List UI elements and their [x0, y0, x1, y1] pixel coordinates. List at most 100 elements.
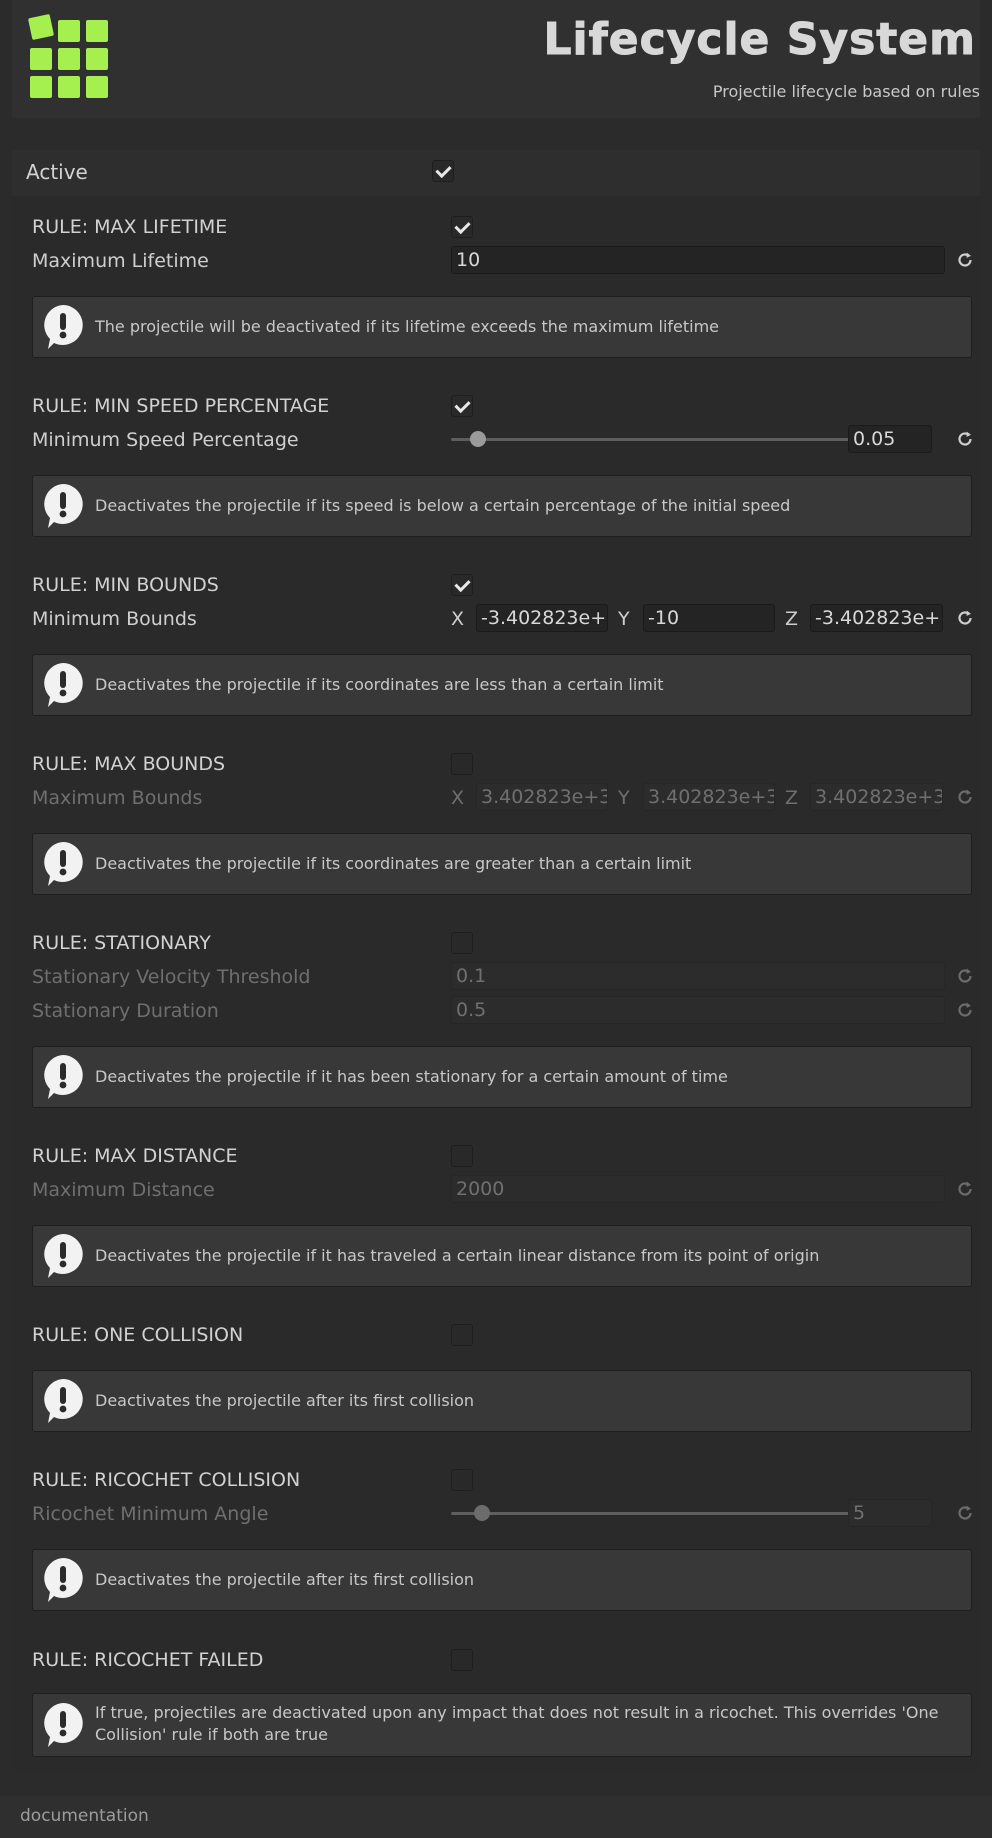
rule-max-lifetime-checkbox[interactable]: [451, 216, 473, 238]
info-bubble-icon: [44, 1055, 83, 1099]
rule-ricochet-failed: RULE: RICOCHET FAILED If true, projectil…: [32, 1639, 980, 1769]
help-text-line-2: Collision' rule if both are true: [95, 1725, 328, 1744]
help-text: Deactivates the projectile if its coordi…: [95, 854, 692, 873]
rule-max-bounds: RULE: MAX BOUNDS Maximum Bounds X 3.4028…: [32, 743, 980, 943]
rule-one-collision-checkbox[interactable]: [451, 1324, 473, 1346]
info-bubble-icon: [44, 842, 83, 886]
rule-label: RULE: RICOCHET FAILED: [32, 1649, 264, 1671]
rule-one-collision: RULE: ONE COLLISION Deactivates the proj…: [32, 1314, 980, 1454]
reset-icon[interactable]: [954, 786, 976, 808]
y-axis-label: Y: [618, 608, 630, 630]
info-bubble-icon: [44, 663, 83, 707]
rule-ricochet-collision: RULE: RICOCHET COLLISION Ricochet Minimu…: [32, 1459, 980, 1639]
help-box: Deactivates the projectile after its fir…: [32, 1549, 972, 1611]
rule-ricochet-failed-checkbox[interactable]: [451, 1649, 473, 1671]
help-box: Deactivates the projectile if its coordi…: [32, 833, 972, 895]
reset-icon[interactable]: [954, 249, 976, 271]
field-label: Ricochet Minimum Angle: [32, 1503, 269, 1525]
active-label: Active: [26, 160, 88, 184]
help-text: The projectile will be deactivated if it…: [95, 317, 720, 336]
max-lifetime-input[interactable]: 10: [451, 246, 945, 274]
max-bounds-y-input[interactable]: 3.402823e+3: [643, 783, 775, 811]
ricochet-angle-slider-thumb[interactable]: [474, 1505, 491, 1521]
rule-min-bounds-checkbox[interactable]: [451, 574, 473, 596]
documentation-link[interactable]: documentation: [20, 1806, 149, 1826]
info-bubble-icon: [44, 1558, 83, 1602]
help-box: Deactivates the projectile after its fir…: [32, 1370, 972, 1432]
info-bubble-icon: [44, 1703, 83, 1747]
rule-stationary-checkbox[interactable]: [451, 932, 473, 954]
rule-min-bounds: RULE: MIN BOUNDS Minimum Bounds X -3.402…: [32, 564, 980, 764]
reset-icon[interactable]: [954, 1178, 976, 1200]
x-axis-label: X: [451, 608, 465, 630]
footer: documentation: [0, 1796, 992, 1838]
help-text: Deactivates the projectile after its fir…: [95, 1391, 475, 1410]
field-label: Stationary Duration: [32, 1000, 219, 1022]
min-bounds-y-input[interactable]: -10: [643, 604, 775, 632]
rule-label: RULE: MIN BOUNDS: [32, 574, 219, 596]
rule-max-distance-checkbox[interactable]: [451, 1145, 473, 1167]
help-box: Deactivates the projectile if it has tra…: [32, 1225, 972, 1287]
help-text: Deactivates the projectile after its fir…: [95, 1570, 475, 1589]
rule-label: RULE: MIN SPEED PERCENTAGE: [32, 395, 330, 417]
inspector-panel: Active RULE: MAX LIFETIME Maximum Lifeti…: [12, 150, 980, 1772]
active-checkbox[interactable]: [432, 160, 454, 182]
ricochet-angle-input[interactable]: 5: [848, 1499, 932, 1527]
reset-icon[interactable]: [954, 607, 976, 629]
z-axis-label: Z: [785, 608, 799, 630]
info-bubble-icon: [44, 484, 83, 528]
rule-label: RULE: RICOCHET COLLISION: [32, 1469, 301, 1491]
rule-label: RULE: MAX DISTANCE: [32, 1145, 238, 1167]
info-bubble-icon: [44, 1234, 83, 1278]
help-text-line-1: If true, projectiles are deactivated upo…: [95, 1703, 939, 1722]
help-text: Deactivates the projectile if its speed …: [95, 496, 791, 515]
rule-max-bounds-checkbox[interactable]: [451, 753, 473, 775]
ricochet-angle-slider-track[interactable]: [451, 1512, 851, 1515]
stationary-duration-input[interactable]: 0.5: [451, 996, 945, 1024]
min-speed-slider-thumb[interactable]: [470, 431, 487, 447]
rule-min-speed-checkbox[interactable]: [451, 395, 473, 417]
y-axis-label: Y: [618, 787, 630, 809]
max-bounds-z-input[interactable]: 3.402823e+3: [810, 783, 943, 811]
info-bubble-icon: [44, 305, 83, 349]
min-bounds-x-input[interactable]: -3.402823e+: [476, 604, 608, 632]
rule-label: RULE: ONE COLLISION: [32, 1324, 244, 1346]
rule-max-distance: RULE: MAX DISTANCE Maximum Distance 2000…: [32, 1135, 980, 1335]
min-speed-input[interactable]: 0.05: [848, 425, 932, 453]
page-subtitle: Projectile lifecycle based on rules: [712, 82, 980, 101]
logo-icon: [26, 13, 112, 98]
x-axis-label: X: [451, 787, 465, 809]
field-label: Stationary Velocity Threshold: [32, 966, 311, 988]
rule-label: RULE: MAX LIFETIME: [32, 216, 228, 238]
help-box: If true, projectiles are deactivated upo…: [32, 1693, 972, 1757]
page-title: Lifecycle System: [543, 14, 976, 66]
field-label: Minimum Speed Percentage: [32, 429, 299, 451]
field-label: Minimum Bounds: [32, 608, 197, 630]
stationary-velocity-input[interactable]: 0.1: [451, 962, 945, 990]
rule-stationary: RULE: STATIONARY Stationary Velocity Thr…: [32, 922, 980, 1142]
z-axis-label: Z: [785, 787, 799, 809]
rule-label: RULE: MAX BOUNDS: [32, 753, 226, 775]
info-bubble-icon: [44, 1379, 83, 1423]
help-box: Deactivates the projectile if its speed …: [32, 475, 972, 537]
help-text: Deactivates the projectile if it has tra…: [95, 1246, 820, 1265]
reset-icon[interactable]: [954, 428, 976, 450]
field-label: Maximum Distance: [32, 1179, 215, 1201]
min-bounds-z-input[interactable]: -3.402823e+: [810, 604, 943, 632]
rule-ricochet-collision-checkbox[interactable]: [451, 1469, 473, 1491]
help-text: Deactivates the projectile if its coordi…: [95, 675, 664, 694]
max-bounds-x-input[interactable]: 3.402823e+3: [476, 783, 608, 811]
max-distance-input[interactable]: 2000: [451, 1175, 945, 1203]
help-box: The projectile will be deactivated if it…: [32, 296, 972, 358]
min-speed-slider-track[interactable]: [451, 438, 851, 441]
rule-min-speed: RULE: MIN SPEED PERCENTAGE Minimum Speed…: [32, 385, 980, 585]
field-label: Maximum Bounds: [32, 787, 203, 809]
reset-icon[interactable]: [954, 999, 976, 1021]
reset-icon[interactable]: [954, 965, 976, 987]
help-box: Deactivates the projectile if its coordi…: [32, 654, 972, 716]
header: Lifecycle System Projectile lifecycle ba…: [12, 0, 980, 118]
field-label: Maximum Lifetime: [32, 250, 209, 272]
active-row: Active: [12, 150, 980, 196]
reset-icon[interactable]: [954, 1502, 976, 1524]
help-text: Deactivates the projectile if it has bee…: [95, 1067, 728, 1086]
